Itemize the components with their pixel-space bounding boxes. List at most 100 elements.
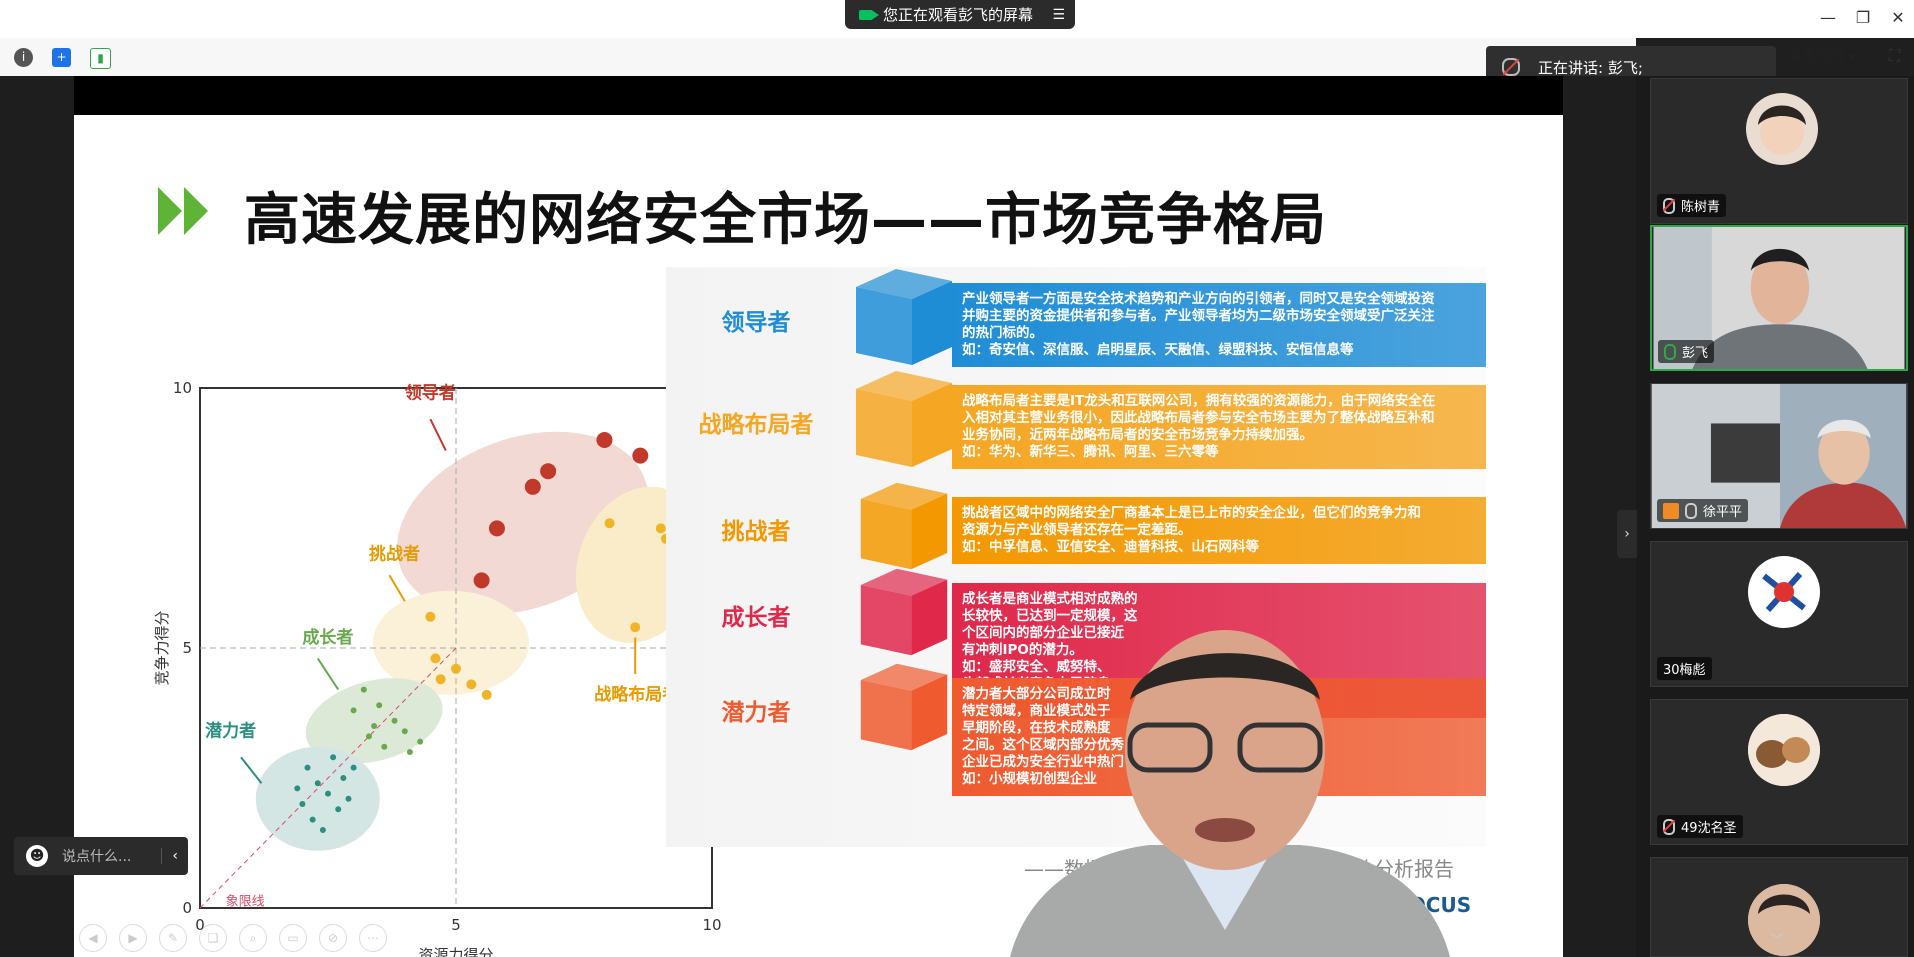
data-point (309, 816, 316, 823)
avatar (1748, 884, 1820, 956)
description-line: 业务协同，近两年战略布局者的安全市场竞争力持续加强。 (962, 427, 1313, 443)
potential-region (255, 746, 380, 851)
data-point (466, 679, 477, 690)
participant-name: 陈树青 (1657, 194, 1727, 217)
segment-cube (860, 568, 948, 656)
data-point (632, 447, 649, 464)
data-point (401, 728, 408, 735)
participant-tile[interactable]: 30梅彪 (1650, 541, 1908, 687)
chat-placeholder: 说点什么... (62, 849, 132, 865)
segment-label: 领导者 (721, 310, 791, 336)
data-point (655, 523, 666, 534)
segment-label: 成长者 (721, 605, 791, 631)
scroll-down-icon[interactable]: ﹀ (1770, 930, 1784, 950)
signal-strength-icon[interactable]: ▮ (90, 48, 111, 69)
sidebar-toggle-chevron-icon[interactable]: › (1617, 510, 1637, 558)
data-point (391, 717, 398, 724)
annotation-arrow (316, 657, 340, 691)
data-point (319, 827, 326, 833)
pen-icon[interactable]: ✎ (159, 924, 187, 952)
participant-name: 彭飞 (1658, 340, 1715, 363)
fullscreen-icon[interactable]: ⛶ (1889, 46, 1900, 66)
prev-slide-icon[interactable]: ◀ (79, 924, 107, 952)
avatar (1748, 714, 1820, 786)
data-point (294, 785, 301, 792)
participant-tile[interactable]: 陈树青 (1650, 78, 1908, 224)
slide-controls: ◀ ▶ ✎ ❏ ⌕ ▭ ⊘ ⋯ (79, 924, 387, 952)
data-point (304, 764, 311, 771)
description-line: 入相对其主营业务很小，因此战略布局者参与安全市场主要为了整体战略互补和 (962, 410, 1435, 426)
annotation-label: 领导者 (405, 382, 456, 403)
menu-icon[interactable]: ☰ (1052, 7, 1065, 23)
mic-icon (1685, 502, 1697, 519)
data-point (340, 775, 347, 781)
copy-icon[interactable]: ❏ (199, 924, 227, 952)
segment-cube (856, 269, 952, 365)
info-icon[interactable]: i (14, 48, 33, 67)
minimize-icon[interactable]: — (1816, 8, 1840, 27)
description-line: 挑战者区域中的网络安全厂商基本上是已上市的安全企业，但它们的竞争力和 (962, 505, 1421, 521)
data-point (381, 743, 388, 750)
description-line: 长较快，已达到一定规模，这 (962, 608, 1138, 624)
participant-tile[interactable]: 徐平平 (1650, 383, 1908, 529)
data-point (630, 622, 641, 633)
segment-label: 战略布局者 (698, 412, 814, 438)
data-point (350, 764, 357, 771)
chevron-left-icon[interactable]: ‹ (161, 848, 178, 864)
participant-tile-active[interactable]: 彭飞 (1650, 225, 1908, 371)
segment-cube (860, 482, 948, 570)
description-line: 如：奇安信、深信服、启明星辰、天融信、绿盟科技、安恒信息等 (962, 342, 1354, 358)
segment-label: 潜力者 (721, 700, 791, 726)
description-line: 产业领导者一方面是安全技术趋势和产业方向的引领者，同时又是安全领域投资 (962, 291, 1435, 307)
data-point (524, 478, 541, 495)
screen-share-banner[interactable]: 您正在观看彭飞的屏幕 ☰ (845, 0, 1075, 29)
meeting-toolbar: i + ▮ (0, 38, 1636, 77)
segment-cube (860, 663, 948, 751)
camera-icon (859, 9, 879, 20)
segment-label: 挑战者 (721, 519, 791, 545)
annotation-label: 成长者 (302, 627, 353, 648)
annotation-arrow (240, 756, 263, 784)
data-point (540, 463, 557, 480)
screen-icon[interactable]: ▭ (279, 924, 307, 952)
description-line: 如：华为、新华三、腾讯、阿里、三六零等 (962, 444, 1219, 460)
double-arrow-icon (158, 187, 208, 235)
y-tick-label: 5 (182, 639, 192, 657)
description-line: 如：中孚信息、亚信安全、迪普科技、山石网科等 (962, 539, 1259, 555)
segment-cube (856, 371, 952, 467)
next-slide-icon[interactable]: ▶ (119, 924, 147, 952)
data-point (325, 790, 331, 797)
competition-scatter-chart: 0 5 100510资源力得分竞争力得分象限线领导者挑战者成长者潜力者战略布局者 (153, 379, 722, 957)
data-point (350, 707, 357, 714)
security-shield-icon[interactable]: + (52, 48, 71, 67)
participant-tile[interactable]: 49沈名圣 (1650, 699, 1908, 845)
chat-input[interactable]: ☻ 说点什么... ‹ (14, 837, 188, 875)
description-line: 战略布局者主要是IT龙头和互联网公司，拥有较强的资源能力，由于网络安全在 (962, 393, 1436, 409)
data-point (330, 754, 337, 761)
x-axis-label: 资源力得分 (418, 946, 493, 957)
close-icon[interactable]: ✕ (1886, 8, 1910, 27)
emoji-icon[interactable]: ☻ (26, 845, 48, 867)
data-point (430, 653, 441, 664)
data-point (596, 432, 613, 448)
diagonal-label: 象限线 (226, 894, 265, 909)
restore-icon[interactable]: ❐ (1851, 8, 1875, 27)
description-line: 成长者是商业模式相对成熟的 (962, 591, 1138, 607)
data-point (417, 738, 424, 745)
more-icon[interactable]: ⋯ (359, 924, 387, 952)
slide-title: 高速发展的网络安全市场——市场竞争格局 (244, 188, 1327, 253)
data-point (299, 801, 306, 807)
data-point (360, 686, 367, 693)
presenter-video (1010, 630, 1450, 957)
description-line: 资源力与产业领导者还存在一定差距。 (962, 522, 1192, 538)
data-point (371, 723, 378, 729)
description-line: 并购主要的资金提供者和参与者。产业领导者均为二级市场安全领域受广泛关注 (962, 308, 1435, 324)
data-point (345, 795, 352, 802)
y-tick-label: 0 (182, 899, 192, 917)
zoom-icon[interactable]: ⌕ (239, 924, 267, 952)
avatar (1746, 93, 1818, 165)
hide-icon[interactable]: ⊘ (319, 924, 347, 952)
annotation-arrow (429, 418, 447, 451)
view-mode-dropdown[interactable]: 讲者视图 ▾ (1788, 46, 1855, 66)
segment-description: 挑战者区域中的网络安全厂商基本上是已上市的安全企业，但它们的竞争力和 资源力与产业… (952, 497, 1486, 564)
